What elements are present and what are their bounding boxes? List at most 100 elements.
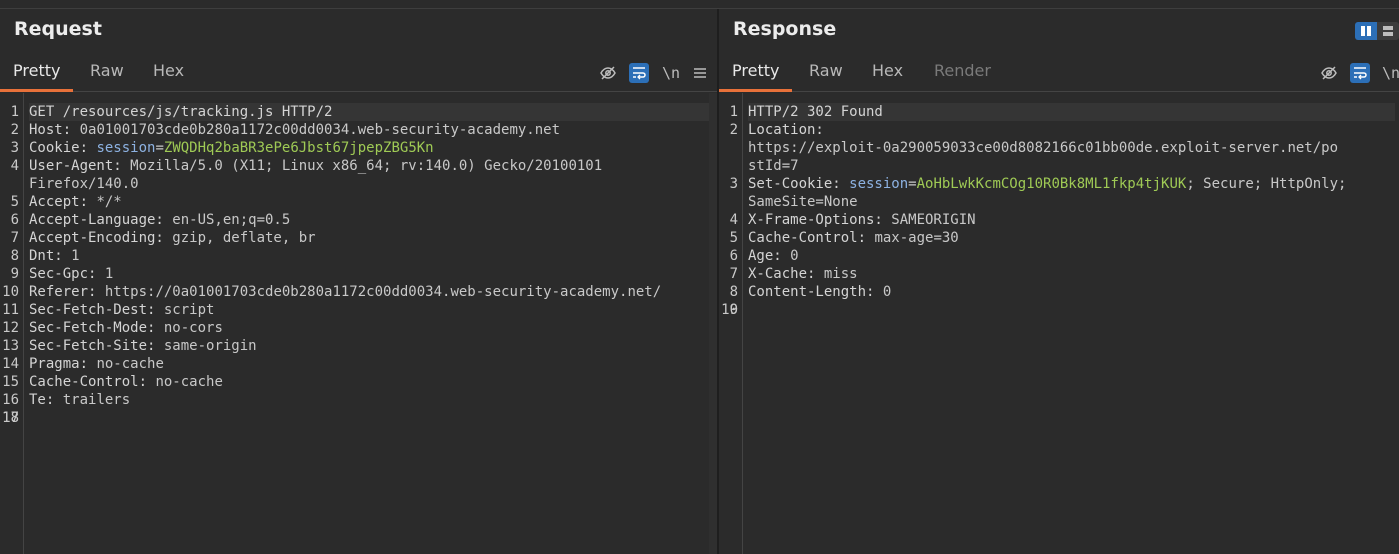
line-number: 10 <box>721 302 738 318</box>
code-token-v: 0 <box>781 248 799 264</box>
response-pane: Response Pretty Raw Hex Render \n 1 HTTP/… <box>719 9 1399 554</box>
code-line[interactable]: 15 Cache-Control: no-cache <box>2 373 713 391</box>
request-editor[interactable]: 1 GET /resources/js/tracking.js HTTP/2 2 Ho… <box>0 93 717 554</box>
request-scrollbar[interactable] <box>709 93 717 554</box>
response-tab-hex[interactable]: Hex <box>859 55 916 89</box>
line-number: 5 <box>10 194 19 210</box>
code-token-k: Sec-Fetch-Dest: <box>29 302 156 318</box>
stacked-layout-icon[interactable] <box>1377 22 1399 40</box>
code-token-k: Cookie: <box>29 140 89 156</box>
wrap-lines-icon[interactable] <box>629 63 649 83</box>
code-token-v: gzip, deflate, br <box>163 230 316 246</box>
response-code[interactable]: 1 HTTP/2 302 Found 2 Location: https://explo… <box>721 103 1395 318</box>
hide-nonprintable-icon[interactable] <box>598 63 618 83</box>
code-token-text: GET /resources/js/tracking.js HTTP/2 <box>29 104 333 120</box>
code-token-v: https://exploit-0a290059033ce00d8082166c… <box>748 140 1339 156</box>
code-token-ck: session <box>88 140 156 156</box>
line-number: 3 <box>10 140 19 156</box>
line-number: 2 <box>10 122 19 138</box>
code-line[interactable]: 3 Set-Cookie: session=AoHbLwkKcmCOg10R0Bk… <box>730 175 1395 193</box>
code-line[interactable]: 8 Content-Length: 0 <box>730 283 1395 301</box>
code-line[interactable]: 10 Referer: https://0a01001703cde0b280a11… <box>2 283 713 301</box>
code-token-v: en-US,en;q=0.5 <box>163 212 291 228</box>
response-tab-render[interactable]: Render <box>921 55 1004 89</box>
code-token-v: SAMEORIGIN <box>882 212 976 228</box>
code-token-v: no-cors <box>155 320 223 336</box>
line-number: 6 <box>729 248 738 264</box>
code-line[interactable]: 4 X-Frame-Options: SAMEORIGIN <box>730 211 1395 229</box>
request-tab-raw[interactable]: Raw <box>77 55 137 89</box>
line-number: 8 <box>10 248 19 264</box>
code-token-v: max-age=30 <box>866 230 959 246</box>
code-line[interactable]: 1 GET /resources/js/tracking.js HTTP/2 <box>11 103 713 121</box>
code-line[interactable]: stId=7 <box>748 157 1395 175</box>
code-token-k: Age: <box>748 248 782 264</box>
code-line[interactable]: 12 Sec-Fetch-Mode: no-cors <box>2 319 713 337</box>
line-number: 16 <box>2 392 19 408</box>
response-tab-pretty[interactable]: Pretty <box>719 55 793 92</box>
code-token-k: Host: <box>29 122 72 138</box>
code-line[interactable]: 6 Age: 0 <box>730 247 1395 265</box>
code-line[interactable]: 7 Accept-Encoding: gzip, deflate, br <box>11 229 713 247</box>
code-token-k: Sec-Fetch-Site: <box>29 338 156 354</box>
code-line[interactable]: 9 Sec-Gpc: 1 <box>11 265 713 283</box>
code-line[interactable]: 2 Host: 0a01001703cde0b280a1172c00dd0034.… <box>11 121 713 139</box>
code-token-k: Sec-Gpc: <box>29 266 97 282</box>
code-line[interactable]: 3 Cookie: session=ZWQDHq2baBR3ePe6Jbst67j… <box>11 139 713 157</box>
code-token-text: HTTP/2 302 Found <box>748 104 883 120</box>
line-number: 5 <box>729 230 738 246</box>
code-line[interactable]: https://exploit-0a290059033ce00d8082166c… <box>748 139 1395 157</box>
code-token-k: Pragma: <box>29 356 89 372</box>
code-token-v: trailers <box>54 392 131 408</box>
line-number: 2 <box>729 122 738 138</box>
code-token-k: Cache-Control: <box>29 374 148 390</box>
response-newline-toggle-button[interactable]: \n <box>1381 63 1399 83</box>
line-number: 1 <box>729 104 738 120</box>
response-wrap-lines-icon[interactable] <box>1350 63 1370 83</box>
code-token-k: Sec-Fetch-Mode: <box>29 320 156 336</box>
code-line[interactable]: 4 User-Agent: Mozilla/5.0 (X11; Linux x86… <box>11 157 713 175</box>
code-token-tail: ; Secure; HttpOnly; <box>1186 176 1347 192</box>
code-line[interactable]: 16 Te: trailers <box>2 391 713 409</box>
code-line[interactable]: 7 X-Cache: miss <box>730 265 1395 283</box>
line-number: 15 <box>2 374 19 390</box>
response-tab-raw[interactable]: Raw <box>796 55 856 89</box>
code-line[interactable]: 6 Accept-Language: en-US,en;q=0.5 <box>11 211 713 229</box>
line-number: 1 <box>10 104 19 120</box>
code-token-v: stId=7 <box>748 158 799 174</box>
code-token-v: miss <box>815 266 858 282</box>
code-line[interactable]: 5 Cache-Control: max-age=30 <box>730 229 1395 247</box>
code-token-v: https://0a01001703cde0b280a1172c00dd0034… <box>96 284 662 300</box>
code-token-k: X-Cache: <box>748 266 816 282</box>
response-editor[interactable]: 1 HTTP/2 302 Found 2 Location: https://explo… <box>719 93 1399 554</box>
code-line[interactable]: 1 HTTP/2 302 Found <box>730 103 1395 121</box>
request-tab-hex[interactable]: Hex <box>140 55 197 89</box>
code-token-v: 1 <box>96 266 114 282</box>
line-number: 10 <box>2 284 19 300</box>
line-number: 18 <box>2 410 19 426</box>
line-number: 4 <box>729 212 738 228</box>
code-line[interactable]: SameSite=None <box>748 193 1395 211</box>
line-number: 8 <box>729 284 738 300</box>
menu-icon[interactable] <box>690 63 710 83</box>
code-line[interactable]: Firefox/140.0 <box>29 175 713 193</box>
line-number: 13 <box>2 338 19 354</box>
code-line[interactable]: 5 Accept: */* <box>11 193 713 211</box>
code-line[interactable]: 2 Location: <box>730 121 1395 139</box>
code-token-k: Accept-Encoding: <box>29 230 164 246</box>
line-number: 4 <box>10 158 19 174</box>
newline-toggle-button[interactable]: \n <box>661 63 681 83</box>
response-tabs: Pretty Raw Hex Render <box>719 55 1399 92</box>
code-line[interactable]: 11 Sec-Fetch-Dest: script <box>2 301 713 319</box>
code-token-k: Dnt: <box>29 248 63 264</box>
code-line[interactable]: 8 Dnt: 1 <box>11 247 713 265</box>
code-token-v: script <box>155 302 215 318</box>
code-line[interactable]: 13 Sec-Fetch-Site: same-origin <box>2 337 713 355</box>
side-by-side-layout-icon[interactable] <box>1355 22 1377 40</box>
code-line[interactable]: 14 Pragma: no-cache <box>2 355 713 373</box>
request-tab-pretty[interactable]: Pretty <box>0 55 74 92</box>
response-hide-nonprintable-icon[interactable] <box>1319 63 1339 83</box>
code-token-k: Content-Length: <box>748 284 875 300</box>
request-code[interactable]: 1 GET /resources/js/tracking.js HTTP/2 2 Ho… <box>2 103 713 426</box>
code-token-eq: = <box>908 176 917 192</box>
